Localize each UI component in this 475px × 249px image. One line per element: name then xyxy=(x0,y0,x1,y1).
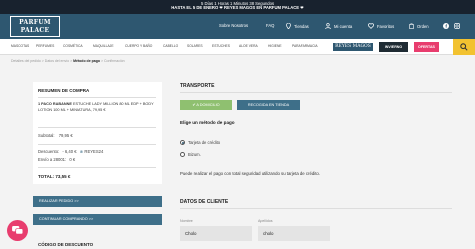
chat-icon xyxy=(12,226,23,235)
payment-info-text: Puede realizar el pago con total segurid… xyxy=(180,171,320,176)
remove-coupon-icon[interactable]: ⊗ xyxy=(80,149,84,154)
divider xyxy=(38,97,156,98)
nav-favoritos-label: Favoritos xyxy=(377,23,395,29)
nav-tiendas[interactable]: Tiendas xyxy=(286,23,309,29)
envio-row: Envío a 28001: 0 € xyxy=(38,157,75,162)
subtotal-row: Subtotal: 79,95 € xyxy=(38,133,73,138)
instagram-icon[interactable] xyxy=(454,23,460,29)
descuento-row: Descuento: - 6,40 € ⊗ REYES24 xyxy=(38,149,103,154)
cat-solares[interactable]: SOLARES xyxy=(187,44,203,48)
nav-tiendas-label: Tiendas xyxy=(294,23,309,29)
ofertas-button[interactable]: OFERTAS xyxy=(414,42,439,52)
transporte-title: TRANSPORTE xyxy=(180,83,215,89)
cat-cuerpo-bano[interactable]: CUERPO Y BAÑO xyxy=(125,44,152,48)
continuar-comprando-button[interactable]: CONTINUAR COMPRANDO >> xyxy=(33,214,162,225)
breadcrumb: Detalles del pedido > Datos del envío > … xyxy=(11,59,125,63)
logo[interactable]: PARFUM PALACE xyxy=(10,16,60,37)
divider xyxy=(180,208,452,209)
user-icon xyxy=(325,23,331,29)
divider xyxy=(38,127,156,128)
breadcrumb-sep: > xyxy=(41,59,44,63)
site-header: PARFUM PALACE Sobre Nosotros FAQ Tiendas… xyxy=(0,14,475,39)
nav-favoritos[interactable]: Favoritos xyxy=(368,23,394,29)
promo-text: HASTA EL 5 DE ENERO ❤ REYES MAGOS EN PAR… xyxy=(171,5,304,11)
nombre-label: Nombre xyxy=(180,219,193,223)
reyes-magos-link[interactable]: REYES MAGOS xyxy=(333,43,373,51)
nav-faq-label: FAQ xyxy=(266,23,275,28)
payment-method-title: Elige un método de pago xyxy=(180,120,235,125)
cat-aloe-vera[interactable]: ALOE VERA xyxy=(239,44,258,48)
subtotal-value: 79,95 € xyxy=(58,133,73,138)
chat-button[interactable] xyxy=(7,220,28,241)
coupon-code: REYES24 xyxy=(84,149,104,154)
location-icon xyxy=(286,23,291,29)
a-domicilio-tab[interactable]: ✔ A DOMICILIO xyxy=(180,100,232,110)
nav-nosotros-label: Sobre Nosotros xyxy=(219,23,249,28)
logo-line-1: PARFUM xyxy=(19,18,51,26)
recogida-tienda-tab[interactable]: RECOGIDA EN TIENDA xyxy=(237,100,300,110)
nav-cuenta[interactable]: Mi cuenta xyxy=(325,23,352,29)
realizar-pedido-button[interactable]: REALIZAR PEDIDO >> xyxy=(33,196,162,207)
invierno-button[interactable]: INVIERNO xyxy=(379,42,408,52)
summary-product: 1 PACO RABANNE ESTUCHE LADY MILLION 80 M… xyxy=(38,102,154,112)
breadcrumb-sep: > xyxy=(70,59,73,63)
search-button[interactable] xyxy=(453,39,475,55)
nombre-field[interactable]: Cholo xyxy=(180,226,252,241)
summary-total: TOTAL: 73,55 € xyxy=(38,174,71,179)
radio-bizum[interactable] xyxy=(180,152,185,157)
radio-tarjeta[interactable] xyxy=(180,140,185,145)
divider xyxy=(38,144,156,145)
nav-nosotros[interactable]: Sobre Nosotros xyxy=(219,23,248,28)
nav-cuenta-label: Mi cuenta xyxy=(334,23,353,29)
cat-estuches[interactable]: ESTUCHES xyxy=(212,44,230,48)
breadcrumb-envio[interactable]: Datos del envío xyxy=(45,59,69,63)
bag-icon xyxy=(409,23,414,29)
search-icon xyxy=(460,43,468,51)
cat-maquillaje[interactable]: MAQUILLAJE xyxy=(93,44,114,48)
summary-title: RESUMEN DE COMPRA xyxy=(38,88,90,93)
category-nav: MASCOTAS PERFUMES COSMÉTICA MAQUILLAJE C… xyxy=(0,39,475,55)
envio-label: Envío a 28001: xyxy=(38,157,67,162)
heart-icon xyxy=(368,23,374,29)
breadcrumb-detalles[interactable]: Detalles del pedido xyxy=(11,59,41,63)
cat-higiene[interactable]: HIGIENE xyxy=(268,44,282,48)
facebook-icon[interactable] xyxy=(443,23,449,29)
logo-line-2: PALACE xyxy=(20,26,50,34)
divider xyxy=(180,92,452,93)
divider xyxy=(38,167,156,168)
descuento-label: Descuento: xyxy=(38,149,60,154)
cat-cosmetica[interactable]: COSMÉTICA xyxy=(63,44,83,48)
descuento-value: - 6,40 € xyxy=(62,149,77,154)
nav-orden[interactable]: Orden xyxy=(409,23,429,29)
promo-topbar: 5 Días 1 Horas 1 Minutos 38 Segundos HAS… xyxy=(0,0,475,14)
cat-parafarmacia[interactable]: PARAFARMACIA xyxy=(292,44,318,48)
a-domicilio-label: A DOMICILIO xyxy=(196,103,220,107)
apellidos-label: Apellidos xyxy=(258,219,273,223)
nav-faq[interactable]: FAQ xyxy=(266,23,274,28)
bizum-label[interactable]: Bizum. xyxy=(188,152,201,157)
client-data-title: DATOS DE CLIENTE xyxy=(180,199,229,205)
product-brand: 1 PACO RABANNE xyxy=(38,102,72,106)
tarjeta-label[interactable]: Tarjeta de crédito xyxy=(188,140,220,145)
cat-perfumes[interactable]: PERFUMES xyxy=(36,44,54,48)
breadcrumb-confirmacion: Confirmación xyxy=(104,59,125,63)
envio-value: 0 € xyxy=(69,157,76,162)
breadcrumb-current: Método de pago xyxy=(73,59,100,63)
cat-cabello[interactable]: CABELLO xyxy=(163,44,178,48)
apellidos-field[interactable]: cholo xyxy=(258,226,330,241)
nav-orden-label: Orden xyxy=(417,23,429,29)
cat-mascotas[interactable]: MASCOTAS xyxy=(11,44,29,48)
subtotal-label: Subtotal: xyxy=(38,133,55,138)
product-price: 79,95 € xyxy=(92,107,106,112)
breadcrumb-sep: > xyxy=(100,59,104,63)
discount-code-title: CÓDIGO DE DESCUENTO xyxy=(38,242,94,247)
